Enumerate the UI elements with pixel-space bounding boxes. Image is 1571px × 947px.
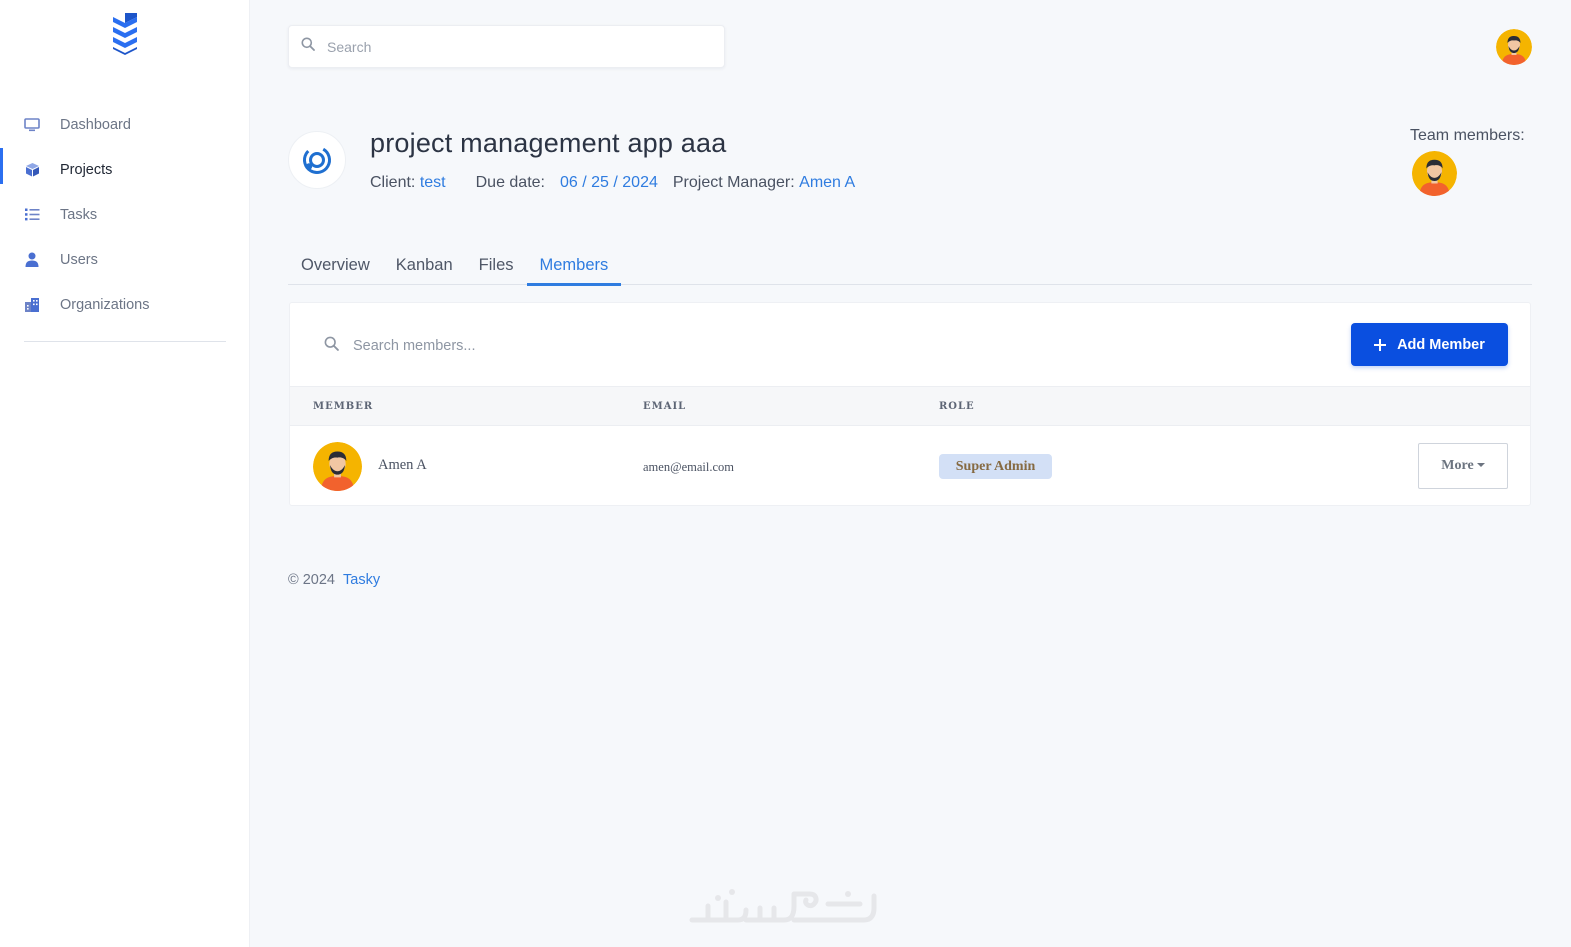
search-input[interactable] bbox=[325, 37, 705, 56]
members-table-header: MEMBER EMAIL ROLE bbox=[290, 386, 1530, 426]
footer: © 2024 Tasky bbox=[288, 572, 380, 588]
tab-kanban[interactable]: Kanban bbox=[383, 250, 466, 285]
sidebar-item-users[interactable]: Users bbox=[0, 237, 250, 282]
project-logo-icon bbox=[288, 131, 346, 189]
avatar bbox=[313, 442, 362, 491]
caret-down-icon bbox=[1476, 462, 1485, 467]
user-avatar[interactable] bbox=[1496, 29, 1532, 65]
user-icon bbox=[24, 252, 40, 268]
add-member-label: Add Member bbox=[1397, 336, 1485, 353]
members-card: Add Member MEMBER EMAIL ROLE Amen A amen… bbox=[289, 302, 1531, 506]
members-search bbox=[324, 336, 651, 356]
project-manager-link[interactable]: Amen A bbox=[799, 174, 855, 192]
client-link[interactable]: test bbox=[420, 174, 446, 192]
plus-icon bbox=[1374, 338, 1387, 351]
more-dropdown-button[interactable]: More bbox=[1418, 443, 1508, 489]
project-manager-label: Project Manager: bbox=[672, 174, 795, 191]
column-header-member: MEMBER bbox=[313, 401, 374, 412]
sidebar-item-projects[interactable]: Projects bbox=[0, 147, 250, 192]
column-header-role: ROLE bbox=[939, 401, 975, 412]
sidebar-item-label: Users bbox=[60, 251, 98, 268]
search-icon bbox=[301, 37, 315, 56]
client-label: Client: bbox=[370, 174, 416, 191]
sidebar-item-label: Projects bbox=[60, 161, 113, 178]
team-members-label: Team members: bbox=[1410, 127, 1525, 144]
add-member-button[interactable]: Add Member bbox=[1351, 323, 1508, 366]
sidebar-item-dashboard[interactable]: Dashboard bbox=[0, 102, 250, 147]
app-logo-icon[interactable] bbox=[111, 9, 139, 55]
members-search-input[interactable] bbox=[351, 337, 651, 355]
team-member-avatar[interactable] bbox=[1412, 151, 1457, 196]
sidebar-item-label: Organizations bbox=[60, 296, 150, 313]
sidebar-item-tasks[interactable]: Tasks bbox=[0, 192, 250, 237]
list-icon bbox=[24, 207, 40, 223]
sidebar-nav: Dashboard Projects Tasks Users Organizat… bbox=[0, 102, 250, 327]
footer-brand-link[interactable]: Tasky bbox=[343, 572, 380, 588]
tab-members[interactable]: Members bbox=[526, 250, 622, 286]
member-email: amen@email.com bbox=[643, 460, 734, 474]
role-badge: Super Admin bbox=[939, 454, 1052, 479]
project-meta: Client: test Due date: 06 / 25 / 2024 Pr… bbox=[370, 174, 855, 192]
due-date-label: Due date: bbox=[475, 174, 545, 191]
sidebar-divider bbox=[24, 341, 226, 342]
sidebar-item-organizations[interactable]: Organizations bbox=[0, 282, 250, 327]
copyright-text: © 2024 bbox=[288, 572, 335, 588]
column-header-email: EMAIL bbox=[643, 401, 687, 412]
monitor-icon bbox=[24, 117, 40, 133]
tab-files[interactable]: Files bbox=[466, 250, 527, 285]
tab-overview[interactable]: Overview bbox=[288, 250, 383, 285]
sidebar-item-label: Tasks bbox=[60, 206, 98, 223]
global-search bbox=[288, 25, 725, 68]
cube-icon bbox=[24, 162, 40, 178]
watermark-logo-icon bbox=[688, 884, 880, 928]
table-row: Amen A amen@email.com Super Admin More bbox=[290, 426, 1530, 506]
search-icon bbox=[324, 336, 339, 356]
sidebar: Dashboard Projects Tasks Users Organizat… bbox=[0, 0, 250, 947]
member-name: Amen A bbox=[378, 457, 427, 473]
project-title: project management app aaa bbox=[370, 128, 727, 158]
project-tabs: Overview Kanban Files Members bbox=[288, 250, 1532, 286]
sidebar-item-label: Dashboard bbox=[60, 116, 131, 133]
due-date-value: 06 / 25 / 2024 bbox=[560, 174, 658, 191]
more-button-label: More bbox=[1441, 458, 1474, 473]
building-icon bbox=[24, 297, 40, 313]
